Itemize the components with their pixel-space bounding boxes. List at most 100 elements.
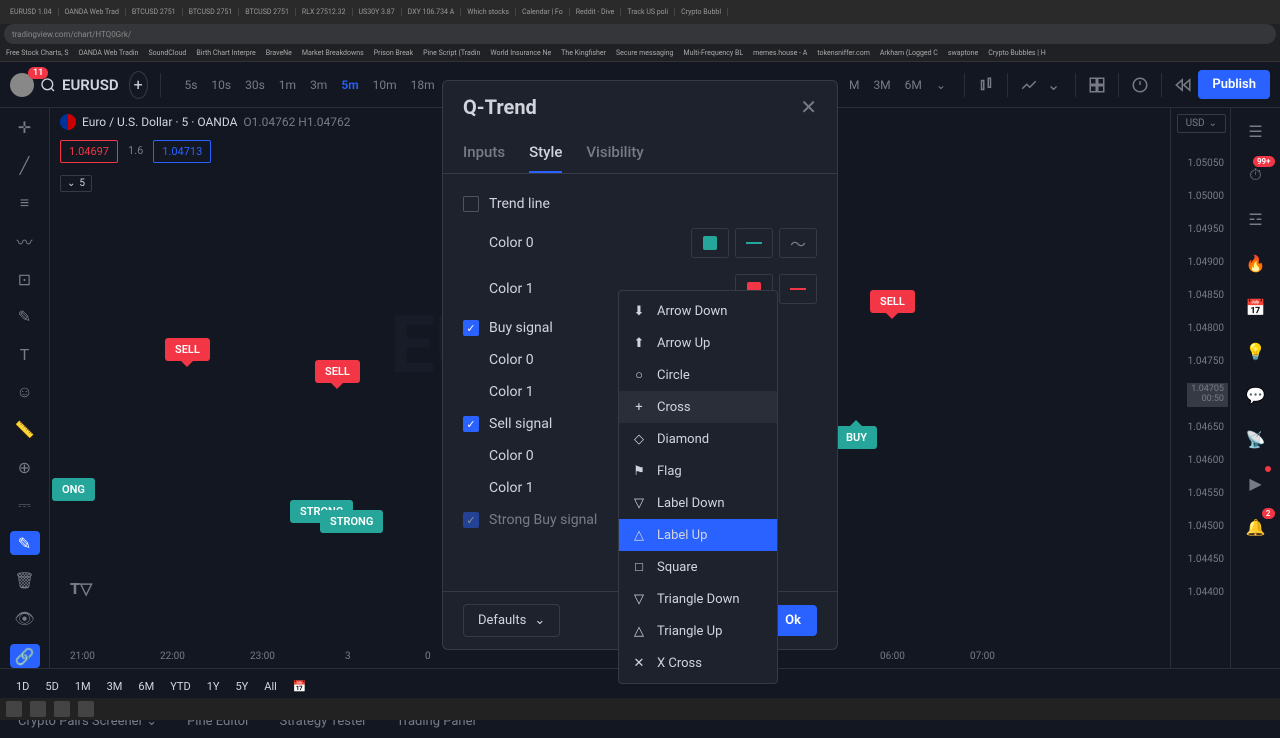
magnet-tool-icon[interactable]: ⎓ [10,493,40,517]
tf-5m[interactable]: 5m [335,74,364,96]
dd-triangle-up[interactable]: △Triangle Up [619,615,777,647]
fib-tool-icon[interactable]: ≡ [10,191,40,215]
bookmark[interactable]: Multi-Frequency BL [683,49,743,57]
browser-tab[interactable]: BTCUSD 2751 [126,8,183,16]
search-taskbar-icon[interactable] [30,701,46,717]
browser-tab[interactable]: Crypto Bubbl [675,8,728,16]
bid-price[interactable]: 1.04697 [60,140,118,163]
ruler-tool-icon[interactable]: 📏 [10,418,40,442]
alerts-icon[interactable]: ⏱99+ [1241,160,1271,190]
range-5d[interactable]: 5D [39,676,64,697]
indicator-toggle[interactable]: ⌄ 5 [60,175,92,192]
browser-tab[interactable]: EURUSD 1.04 [4,8,59,16]
emoji-tool-icon[interactable]: ☺ [10,380,40,404]
bookmark[interactable]: SoundCloud [148,49,186,57]
zoom-tool-icon[interactable]: ⊕ [10,456,40,480]
browser-tab[interactable]: Which stocks [461,8,516,16]
app-icon[interactable] [78,701,94,717]
dd-circle[interactable]: ○Circle [619,359,777,391]
range-1y[interactable]: 1Y [201,676,226,697]
bookmark[interactable]: swaptone [948,49,978,57]
dd-flag[interactable]: ⚑Flag [619,455,777,487]
cursor-icon[interactable]: ✛ [10,116,40,140]
range-all[interactable]: All [258,676,283,697]
currency-selector[interactable]: USD ⌄ [1177,114,1226,133]
browser-tab[interactable]: Reddit - Dive [570,8,622,16]
buy-signal-checkbox[interactable] [463,320,479,336]
browser-tab[interactable]: BTCUSD 2751 [183,8,240,16]
goto-date-icon[interactable]: 📅 [287,676,313,697]
stream-icon[interactable]: 📡 [1241,424,1271,454]
ideas-icon[interactable]: 💡 [1241,336,1271,366]
dd-square[interactable]: □Square [619,551,777,583]
bookmark[interactable]: Prison Break [374,49,413,57]
tf-3mo[interactable]: 3M [867,74,896,96]
bookmark[interactable]: BraveNe [266,49,292,57]
bookmark[interactable]: tokensniffer.com [817,49,870,57]
bookmark[interactable]: The Kingfisher [561,49,606,57]
color0-swatch[interactable] [691,228,729,258]
tab-visibility[interactable]: Visibility [586,133,643,173]
color0-line[interactable] [735,228,773,258]
dd-x-cross[interactable]: ✕X Cross [619,647,777,679]
browser-tab[interactable]: RLX 27512.32 [296,8,353,16]
color0-style[interactable]: 〜 [779,228,817,258]
range-3m[interactable]: 3M [101,676,129,697]
range-ytd[interactable]: YTD [164,676,196,697]
browser-tabs[interactable]: EURUSD 1.04 OANDA Web Trad BTCUSD 2751 B… [0,0,1280,24]
tf-1m[interactable]: 1m [273,74,302,96]
play-icon[interactable]: ▶ [1241,468,1271,498]
browser-tab[interactable]: OANDA Web Trad [59,8,126,16]
add-symbol-button[interactable]: + [129,71,148,99]
dd-label-down[interactable]: ▽Label Down [619,487,777,519]
trash-tool-icon[interactable]: 🗑 [10,569,40,593]
dd-label-up[interactable]: △Label Up [619,519,777,551]
candles-icon[interactable] [977,71,996,99]
windows-taskbar[interactable] [0,698,1280,720]
hotlist-icon[interactable]: ☲ [1241,204,1271,234]
bookmark[interactable]: Pine Script (Tradin [423,49,480,57]
prediction-tool-icon[interactable]: ⊡ [10,267,40,291]
lock-tool-icon[interactable]: ✎ [10,531,40,555]
trend-line-checkbox[interactable] [463,196,479,212]
url-bar[interactable]: tradingview.com/chart/HTQ0Grk/ [4,24,1276,44]
price-axis[interactable]: USD ⌄ 1.05050 1.05000 1.04950 1.04900 1.… [1170,108,1230,668]
calendar-icon[interactable]: 📅 [1241,292,1271,322]
tf-5s[interactable]: 5s [178,74,203,96]
tf-10s[interactable]: 10s [205,74,237,96]
replay-icon[interactable] [1174,71,1193,99]
browser-tab[interactable]: BTCUSD 2751 [239,8,296,16]
alert-icon[interactable] [1131,71,1150,99]
strong-buy-checkbox[interactable] [463,512,479,528]
pattern-tool-icon[interactable]: 〰 [10,229,40,253]
color1-line[interactable] [779,274,817,304]
browser-tab[interactable]: Calendar | Fo [516,8,570,16]
tf-18m[interactable]: 18m [405,74,441,96]
user-avatar[interactable]: 11 [10,73,34,97]
bookmark[interactable]: Birth Chart Interpre [196,49,255,57]
dd-arrow-up[interactable]: ⬆Arrow Up [619,327,777,359]
sell-signal-checkbox[interactable] [463,416,479,432]
bookmark[interactable]: memes.house - A [753,49,807,57]
chat-icon[interactable]: 💬 [1241,380,1271,410]
dd-triangle-down[interactable]: ▽Triangle Down [619,583,777,615]
taskview-icon[interactable] [54,701,70,717]
bookmark[interactable]: World Insurance Ne [490,49,551,57]
dd-cross[interactable]: +Cross [619,391,777,423]
range-1m[interactable]: 1M [69,676,97,697]
brush-tool-icon[interactable]: ✎ [10,305,40,329]
tab-inputs[interactable]: Inputs [463,133,505,173]
chart-title[interactable]: Euro / U.S. Dollar · 5 · OANDA [82,115,237,129]
browser-tab[interactable]: Track US poli [621,8,675,16]
range-5y[interactable]: 5Y [229,676,254,697]
dd-arrow-down[interactable]: ⬇Arrow Down [619,295,777,327]
tf-30s[interactable]: 30s [239,74,271,96]
indicators-icon[interactable] [1020,71,1039,99]
tf-10m[interactable]: 10m [367,74,403,96]
ask-price[interactable]: 1.04713 [153,140,211,163]
dd-diamond[interactable]: ◇Diamond [619,423,777,455]
bookmark[interactable]: Free Stock Charts, S [6,49,69,57]
tf-6mo[interactable]: 6M [899,74,928,96]
bookmark[interactable]: Crypto Bubbles | H [988,49,1045,57]
browser-tab[interactable]: US30Y 3.87 [353,8,402,16]
